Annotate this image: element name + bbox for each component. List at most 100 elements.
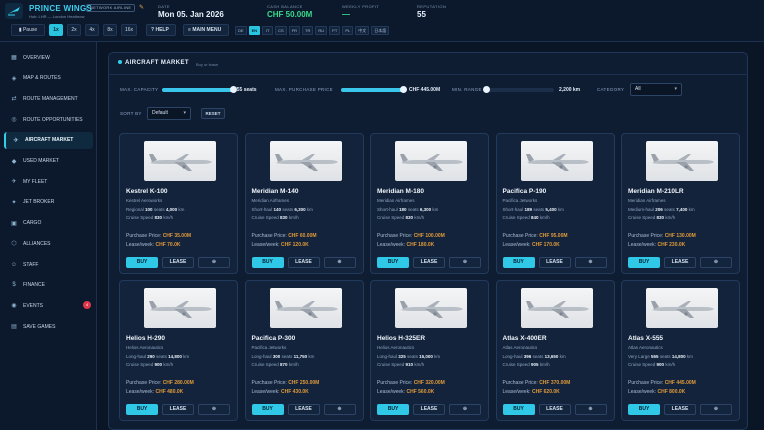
details-button[interactable]: ⊕ xyxy=(700,404,732,415)
aircraft-image xyxy=(269,141,342,181)
range-slider-knob[interactable] xyxy=(483,86,490,93)
reset-button[interactable]: RESET xyxy=(201,108,225,119)
sidebar-item-save-games[interactable]: ▤ SAVE GAMES xyxy=(4,318,93,335)
seats-value: 300 xyxy=(272,354,281,359)
details-button[interactable]: ⊕ xyxy=(449,257,481,268)
lang-button[interactable]: 中文 xyxy=(355,26,370,35)
speed-2x-button[interactable]: 2x xyxy=(67,24,81,36)
seats-unit: seats xyxy=(407,207,419,212)
lang-button[interactable]: IT xyxy=(262,26,274,35)
aircraft-photo-icon xyxy=(525,154,589,171)
lease-button[interactable]: LEASE xyxy=(538,404,571,415)
range-value: 2,200 km xyxy=(559,87,581,93)
details-button[interactable]: ⊕ xyxy=(323,404,356,415)
buy-button[interactable]: BUY xyxy=(126,404,158,415)
sidebar-item-used-market[interactable]: ◆ USED MARKET xyxy=(4,153,93,170)
sidebar-item-route-opportunities[interactable]: ◎ ROUTE OPPORTUNITIES xyxy=(4,111,93,128)
speed-8x-button[interactable]: 8x xyxy=(103,24,117,36)
lang-button[interactable]: RU xyxy=(315,26,328,35)
buy-button[interactable]: BUY xyxy=(502,257,535,268)
lang-button[interactable]: PT xyxy=(329,26,341,35)
buy-button[interactable]: BUY xyxy=(377,404,409,415)
spec-class-seats-range: Long-haul 290 seats 14,800 km xyxy=(126,354,189,359)
purchase-label: Purchase Price: xyxy=(502,380,538,386)
help-button[interactable]: ? HELP xyxy=(146,24,176,36)
lease-button[interactable]: LEASE xyxy=(287,257,320,268)
spec-class-seats-range: Regional 100 seats 4,000 km xyxy=(126,207,184,212)
lease-button[interactable]: LEASE xyxy=(664,404,696,415)
sidebar-item-label: JET BROKER xyxy=(23,199,55,206)
stat-reputation: REPUTATION 55 xyxy=(417,4,446,19)
lang-button[interactable]: FR xyxy=(288,26,301,35)
buy-button[interactable]: BUY xyxy=(126,257,158,268)
lang-button[interactable]: EN xyxy=(248,26,261,35)
speed-1x-button[interactable]: 1x xyxy=(49,24,63,36)
details-button[interactable]: ⊕ xyxy=(700,257,732,268)
speed-unit: km/h xyxy=(414,362,425,367)
alliance-icon: ⬡ xyxy=(11,241,17,248)
buy-button[interactable]: BUY xyxy=(502,404,535,415)
buy-button[interactable]: BUY xyxy=(377,257,409,268)
sidebar-item-cargo[interactable]: ▣ CARGO xyxy=(4,215,93,232)
cruise-label: Cruise Speed xyxy=(377,215,405,220)
seats-value: 140 xyxy=(273,207,282,212)
class-value: Long-haul xyxy=(377,354,398,359)
details-button[interactable]: ⊕ xyxy=(198,404,230,415)
sidebar-item-finance[interactable]: $ FINANCE xyxy=(4,277,93,294)
class-value: Very Large xyxy=(628,354,650,359)
buy-button[interactable]: BUY xyxy=(251,404,284,415)
sidebar-item-map-routes[interactable]: ◈ MAP & ROUTES xyxy=(4,70,93,87)
sidebar-item-my-fleet[interactable]: ✈ MY FLEET xyxy=(4,173,93,190)
sidebar-item-overview[interactable]: ▦ OVERVIEW xyxy=(4,49,93,66)
sidebar-item-aircraft-market[interactable]: ✈ AIRCRAFT MARKET xyxy=(4,131,93,149)
aircraft-image xyxy=(646,141,718,181)
sidebar: ▦ OVERVIEW ◈ MAP & ROUTES ⇄ ROUTE MANAGEMENT ◎… xyxy=(0,42,97,430)
sidebar-item-route-management[interactable]: ⇄ ROUTE MANAGEMENT xyxy=(4,90,93,107)
speed-4x-button[interactable]: 4x xyxy=(85,24,99,36)
details-button[interactable]: ⊕ xyxy=(449,404,481,415)
buy-button[interactable]: BUY xyxy=(628,404,660,415)
speed-value: 900 xyxy=(154,362,163,367)
lang-button[interactable]: PL xyxy=(342,26,354,35)
price-slider-knob[interactable] xyxy=(400,86,407,93)
details-button[interactable]: ⊕ xyxy=(198,257,230,268)
lease-button[interactable]: LEASE xyxy=(664,257,696,268)
lang-button[interactable]: DE xyxy=(235,26,247,35)
pause-button[interactable]: ▮ Pause xyxy=(11,24,45,36)
sidebar-item-staff[interactable]: ☺ STAFF xyxy=(4,256,93,273)
range-unit: km xyxy=(686,354,693,359)
lease-button[interactable]: LEASE xyxy=(538,257,571,268)
lang-button[interactable]: CS xyxy=(275,26,287,35)
lease-button[interactable]: LEASE xyxy=(162,404,194,415)
buy-button[interactable]: BUY xyxy=(251,257,284,268)
category-select[interactable]: All ▾ xyxy=(630,83,682,96)
lang-button[interactable]: 日本語 xyxy=(371,26,390,35)
sidebar-item-events[interactable]: ◉ EVENTS 4 xyxy=(4,297,93,314)
class-value: Long-haul xyxy=(251,354,272,359)
lease-button[interactable]: LEASE xyxy=(287,404,320,415)
details-button[interactable]: ⊕ xyxy=(574,404,607,415)
capacity-slider[interactable] xyxy=(162,86,237,93)
sort-select[interactable]: Default ▾ xyxy=(147,107,191,120)
main-menu-button[interactable]: ≡ MAIN MENU xyxy=(183,24,229,36)
speed-16x-button[interactable]: 16x xyxy=(121,24,138,36)
lease-button[interactable]: LEASE xyxy=(413,404,445,415)
lease-button[interactable]: LEASE xyxy=(413,257,445,268)
buy-button[interactable]: BUY xyxy=(628,257,660,268)
details-button[interactable]: ⊕ xyxy=(323,257,356,268)
price-slider[interactable] xyxy=(341,86,407,93)
edit-pencil-icon[interactable]: ✎ xyxy=(139,4,144,11)
details-button[interactable]: ⊕ xyxy=(574,257,607,268)
sidebar-item-jet-broker[interactable]: ✦ JET BROKER xyxy=(4,194,93,211)
purchase-label: Purchase Price: xyxy=(126,380,162,386)
sidebar-item-label: FINANCE xyxy=(23,282,45,289)
range-slider[interactable] xyxy=(483,86,554,93)
spec-cruise-speed: Cruise Speed 830 km/h xyxy=(628,215,675,220)
spec-class-seats-range: Short-haul 140 seats 6,300 km xyxy=(252,207,313,212)
aircraft-photo-icon xyxy=(149,301,212,318)
lease-button[interactable]: LEASE xyxy=(162,257,194,268)
purchase-label: Purchase Price: xyxy=(628,380,664,386)
sidebar-item-label: ALLIANCES xyxy=(23,240,51,247)
sidebar-item-alliances[interactable]: ⬡ ALLIANCES xyxy=(4,235,93,252)
lang-button[interactable]: TR xyxy=(302,26,314,35)
